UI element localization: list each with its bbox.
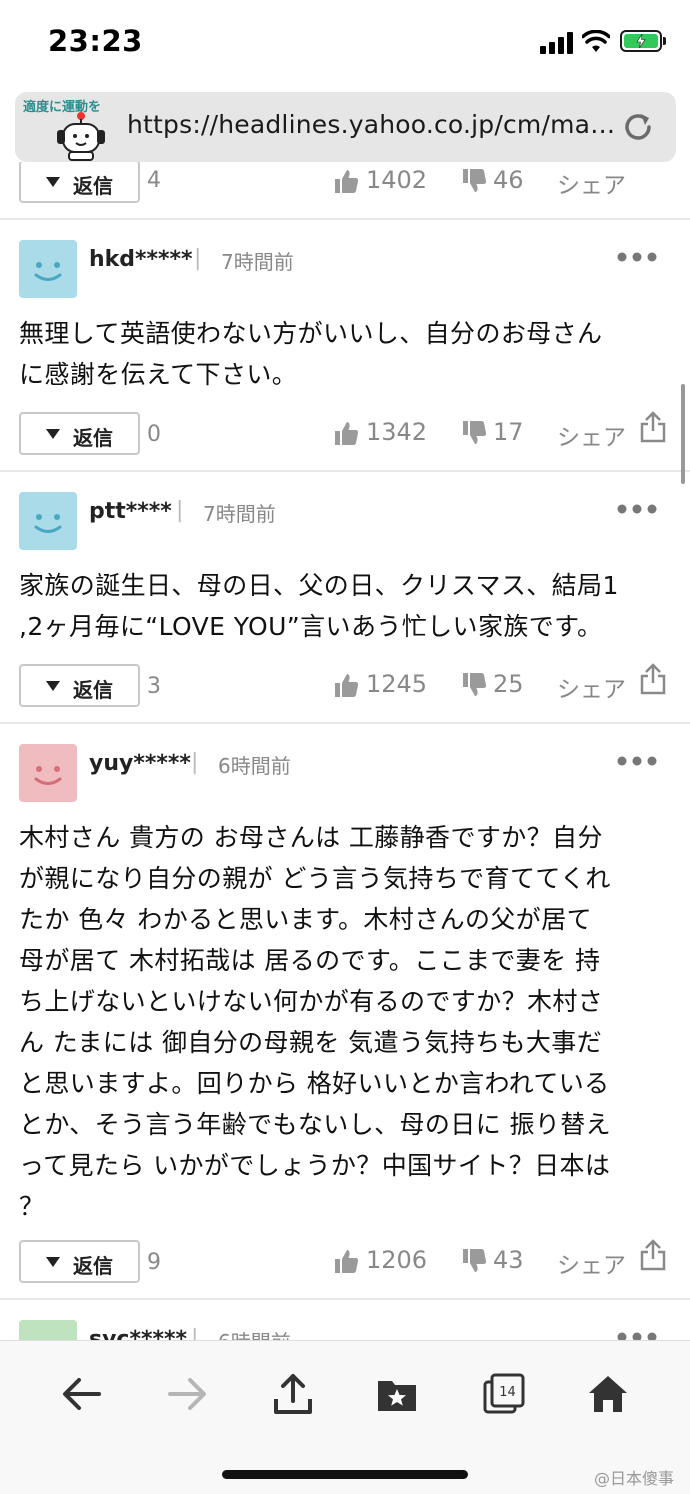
comment-body: 木村さん 貴方の お母さんは 工藤静香ですか？自分 が親になり自分の親が どう言う… bbox=[19, 823, 612, 1221]
battery-icon bbox=[620, 30, 662, 52]
thumbs-up-icon[interactable] bbox=[333, 1248, 359, 1274]
comment-time: 7時間前 bbox=[221, 250, 294, 274]
dislike-count: 43 bbox=[493, 1246, 524, 1274]
reply-count: 0 bbox=[147, 422, 161, 447]
avatar bbox=[19, 492, 77, 550]
status-bar: 23:23 bbox=[0, 0, 690, 86]
dislike-count: 25 bbox=[493, 670, 524, 698]
share-label[interactable]: シェア bbox=[557, 1246, 626, 1280]
share-icon[interactable] bbox=[272, 1373, 314, 1415]
avatar bbox=[19, 744, 77, 802]
thumbs-down-icon[interactable] bbox=[461, 168, 487, 194]
battery-cap bbox=[663, 37, 666, 45]
thumbs-down-icon[interactable] bbox=[461, 672, 487, 698]
username[interactable]: ptt**** bbox=[89, 499, 172, 524]
comment-body: 無理して英語使わない方がいいし、自分のお母さん に感謝を伝えて下さい。 bbox=[19, 319, 603, 389]
comment-time: 6時間前 bbox=[218, 1326, 291, 1340]
home-icon[interactable] bbox=[587, 1373, 629, 1415]
like-count: 1342 bbox=[366, 418, 428, 446]
reply-count: 3 bbox=[147, 674, 161, 699]
share-label[interactable]: シェア bbox=[557, 670, 626, 704]
comment-item: syc***** | 6時間前 bbox=[0, 1300, 690, 1340]
browser-toolbar: 14 @日本傻事 bbox=[0, 1340, 690, 1494]
thumbs-down-icon[interactable] bbox=[461, 420, 487, 446]
separator: | bbox=[191, 1326, 199, 1340]
wifi-icon bbox=[582, 30, 610, 52]
separator: | bbox=[191, 750, 199, 775]
cellular-signal-icon bbox=[540, 32, 574, 54]
comments-list[interactable]: 返信 4 1402 46 シェア hkd***** | 7時間前 無理して英語使… bbox=[0, 162, 690, 1340]
username[interactable]: hkd***** bbox=[89, 247, 193, 272]
comment-item: ptt**** | 7時間前 家族の誕生日、母の日、父の日、クリスマス、結局1,… bbox=[0, 472, 690, 724]
comment-time: 6時間前 bbox=[218, 754, 291, 778]
thumbs-up-icon[interactable] bbox=[333, 168, 359, 194]
more-icon[interactable] bbox=[617, 755, 657, 767]
forward-arrow-icon[interactable] bbox=[166, 1373, 208, 1415]
comment-item: hkd***** | 7時間前 無理して英語使わない方がいいし、自分のお母さんに… bbox=[0, 220, 690, 472]
bookmarks-icon[interactable] bbox=[376, 1373, 418, 1415]
comment-item: yuy***** | 6時間前 木村さん 貴方の お母さんは 工藤静香ですか？自… bbox=[0, 724, 690, 1300]
dislike-count: 46 bbox=[493, 166, 524, 194]
like-count: 1245 bbox=[366, 670, 428, 698]
reply-button[interactable]: 返信 bbox=[19, 1240, 140, 1283]
reply-button[interactable]: 返信 bbox=[19, 162, 140, 203]
reload-icon[interactable] bbox=[621, 110, 655, 144]
tabs-icon[interactable]: 14 bbox=[483, 1373, 525, 1415]
dislike-count: 17 bbox=[493, 418, 524, 446]
comment-time: 7時間前 bbox=[203, 502, 276, 526]
thumbs-up-icon[interactable] bbox=[333, 672, 359, 698]
reply-count: 9 bbox=[147, 1250, 161, 1275]
share-label[interactable]: シェア bbox=[557, 418, 626, 452]
share-label[interactable]: シェア bbox=[557, 166, 626, 200]
like-count: 1402 bbox=[366, 166, 428, 194]
reply-count: 4 bbox=[147, 168, 161, 193]
separator: | bbox=[176, 498, 184, 523]
comment-body: 家族の誕生日、母の日、父の日、クリスマス、結局1,2ヶ月毎に“LOVE YOU”… bbox=[19, 571, 619, 641]
separator: | bbox=[194, 246, 202, 271]
thumbs-up-icon[interactable] bbox=[333, 420, 359, 446]
more-icon[interactable] bbox=[617, 251, 657, 263]
like-count: 1206 bbox=[366, 1246, 428, 1274]
avatar bbox=[19, 240, 77, 298]
url-text[interactable]: https://headlines.yahoo.co.jp/cm/ma… bbox=[127, 110, 615, 139]
comment-partial-top: 返信 4 1402 46 シェア bbox=[0, 162, 690, 220]
back-arrow-icon[interactable] bbox=[61, 1373, 103, 1415]
svg-text:14: 14 bbox=[499, 1385, 516, 1400]
username[interactable]: yuy***** bbox=[89, 751, 191, 776]
avatar bbox=[19, 1320, 77, 1340]
scroll-indicator[interactable] bbox=[681, 384, 685, 484]
status-time: 23:23 bbox=[48, 24, 143, 58]
more-icon[interactable] bbox=[617, 1331, 657, 1340]
share-icon[interactable] bbox=[640, 411, 666, 443]
reply-button[interactable]: 返信 bbox=[19, 412, 140, 455]
home-indicator[interactable] bbox=[222, 1470, 468, 1479]
share-icon[interactable] bbox=[640, 663, 666, 695]
username[interactable]: syc***** bbox=[89, 1327, 187, 1340]
thumbs-down-icon[interactable] bbox=[461, 1248, 487, 1274]
watermark-text: @日本傻事 bbox=[594, 1469, 675, 1488]
sticker-character-icon: 適度に運動を bbox=[23, 96, 133, 161]
reply-button[interactable]: 返信 bbox=[19, 664, 140, 707]
share-icon[interactable] bbox=[640, 1239, 666, 1271]
more-icon[interactable] bbox=[617, 503, 657, 515]
address-bar[interactable]: 適度に運動を https://headlines.yahoo.co.jp/cm/… bbox=[15, 92, 676, 162]
